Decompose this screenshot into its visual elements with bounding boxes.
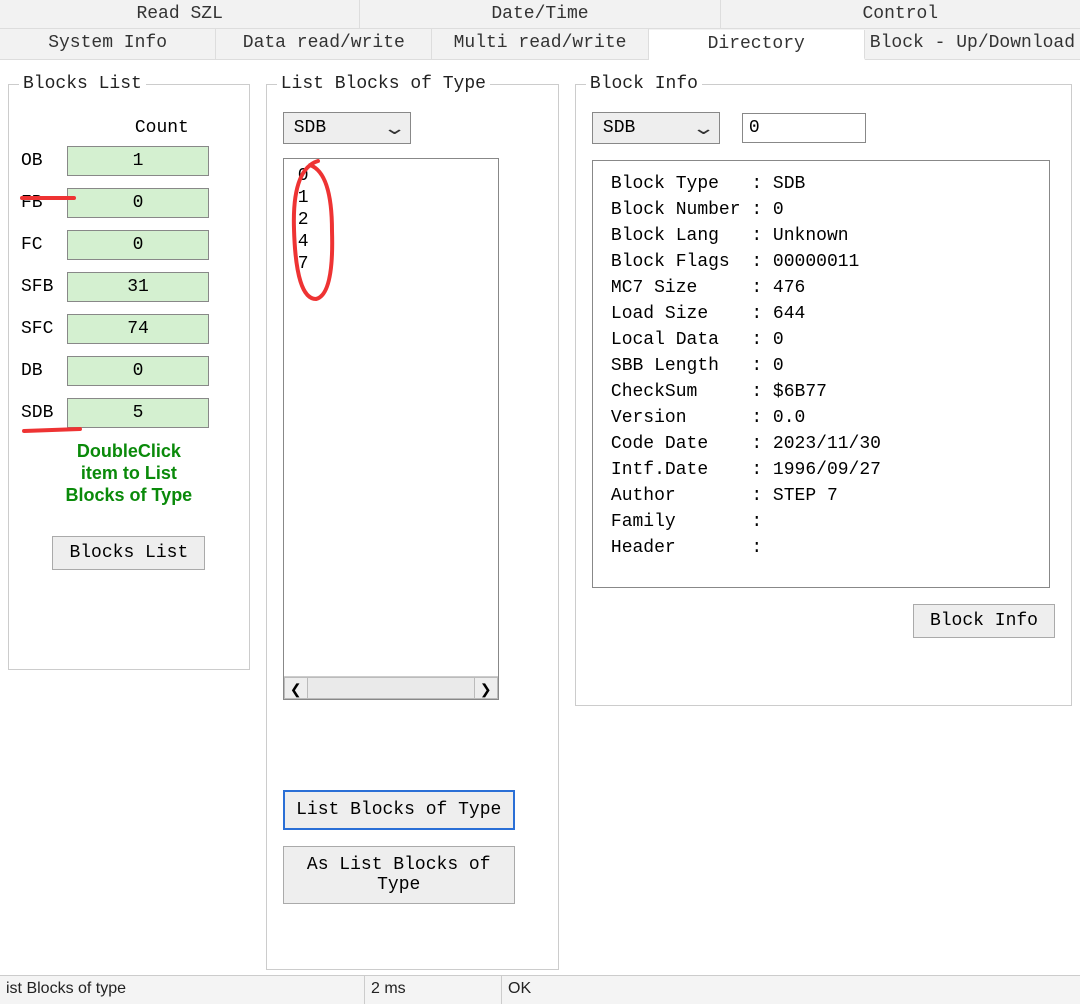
block-info-panel: Block Info SDB ⌄ Block Type : SDB Block … — [575, 74, 1072, 706]
tab-read-szl[interactable]: Read SZL — [0, 0, 360, 28]
tabs-row-bottom: System Info Data read/write Multi read/w… — [0, 29, 1080, 60]
scroll-left-icon[interactable]: ❮ — [284, 677, 308, 699]
tab-multi-rw[interactable]: Multi read/write — [432, 29, 648, 59]
block-number-input[interactable] — [742, 113, 866, 143]
chevron-down-icon: ⌄ — [382, 118, 406, 139]
status-result: OK — [502, 976, 1080, 1004]
blocks-row-value: 74 — [67, 314, 209, 344]
block-info-legend: Block Info — [586, 74, 702, 94]
list-blocks-of-type-button[interactable]: List Blocks of Type — [283, 790, 515, 830]
blocks-row-value: 5 — [67, 398, 209, 428]
listbox-hscrollbar[interactable]: ❮ ❯ — [284, 676, 498, 699]
blocks-list-button[interactable]: Blocks List — [52, 536, 205, 570]
select-value: SDB — [294, 118, 326, 138]
tab-control[interactable]: Control — [721, 0, 1080, 28]
tab-data-rw[interactable]: Data read/write — [216, 29, 432, 59]
blocks-list-hint: DoubleClick item to List Blocks of Type — [19, 440, 239, 506]
tab-directory[interactable]: Directory — [649, 30, 865, 60]
tabs-row-top: Read SZL Date/Time Control — [0, 0, 1080, 29]
status-action: ist Blocks of type — [0, 976, 365, 1004]
list-items: 0 1 2 4 7 — [284, 159, 498, 275]
blocks-row-value: 0 — [67, 230, 209, 260]
block-info-button[interactable]: Block Info — [913, 604, 1055, 638]
blocks-row-value: 0 — [67, 356, 209, 386]
list-blocks-listbox[interactable]: 0 1 2 4 7 ❮ ❯ — [283, 158, 499, 700]
tab-block-updownload[interactable]: Block - Up/Download — [865, 29, 1080, 59]
tab-date-time[interactable]: Date/Time — [360, 0, 720, 28]
list-item[interactable]: 0 — [298, 165, 498, 187]
blocks-row-ob[interactable]: OB 1 — [19, 146, 239, 176]
blocks-row-label: FC — [19, 235, 67, 255]
blocks-row-sfc[interactable]: SFC 74 — [19, 314, 239, 344]
block-info-type-select[interactable]: SDB ⌄ — [592, 112, 720, 144]
blocks-row-label: OB — [19, 151, 67, 171]
list-item[interactable]: 4 — [298, 231, 498, 253]
status-time: 2 ms — [365, 976, 502, 1004]
scroll-right-icon[interactable]: ❯ — [474, 677, 498, 699]
blocks-row-sfb[interactable]: SFB 31 — [19, 272, 239, 302]
blocks-row-fb[interactable]: FB 0 — [19, 188, 239, 218]
as-list-blocks-of-type-button[interactable]: As List Blocks of Type — [283, 846, 515, 904]
red-underline-annotation — [20, 196, 76, 200]
blocks-row-fc[interactable]: FC 0 — [19, 230, 239, 260]
blocks-row-db[interactable]: DB 0 — [19, 356, 239, 386]
count-header: Count — [85, 118, 239, 138]
chevron-down-icon: ⌄ — [691, 118, 715, 139]
blocks-row-label: SFC — [19, 319, 67, 339]
list-blocks-legend: List Blocks of Type — [277, 74, 490, 94]
select-value: SDB — [603, 118, 635, 138]
block-info-text: Block Type : SDB Block Number : 0 Block … — [592, 160, 1050, 588]
list-blocks-panel: List Blocks of Type SDB ⌄ 0 1 2 4 7 ❮ — [266, 74, 559, 970]
list-item[interactable]: 1 — [298, 187, 498, 209]
scroll-track[interactable] — [308, 677, 474, 699]
list-blocks-type-select[interactable]: SDB ⌄ — [283, 112, 411, 144]
blocks-row-value: 0 — [67, 188, 209, 218]
blocks-row-sdb[interactable]: SDB 5 — [19, 398, 239, 428]
list-item[interactable]: 7 — [298, 253, 498, 275]
blocks-row-label: SDB — [19, 403, 67, 423]
blocks-row-value: 1 — [67, 146, 209, 176]
list-item[interactable]: 2 — [298, 209, 498, 231]
blocks-list-panel: Blocks List Count OB 1 FB 0 FC 0 SFB 31 … — [8, 74, 250, 670]
status-bar: ist Blocks of type 2 ms OK — [0, 975, 1080, 1004]
blocks-row-value: 31 — [67, 272, 209, 302]
blocks-row-label: DB — [19, 361, 67, 381]
tab-system-info[interactable]: System Info — [0, 29, 216, 59]
blocks-list-legend: Blocks List — [19, 74, 146, 94]
blocks-row-label: SFB — [19, 277, 67, 297]
